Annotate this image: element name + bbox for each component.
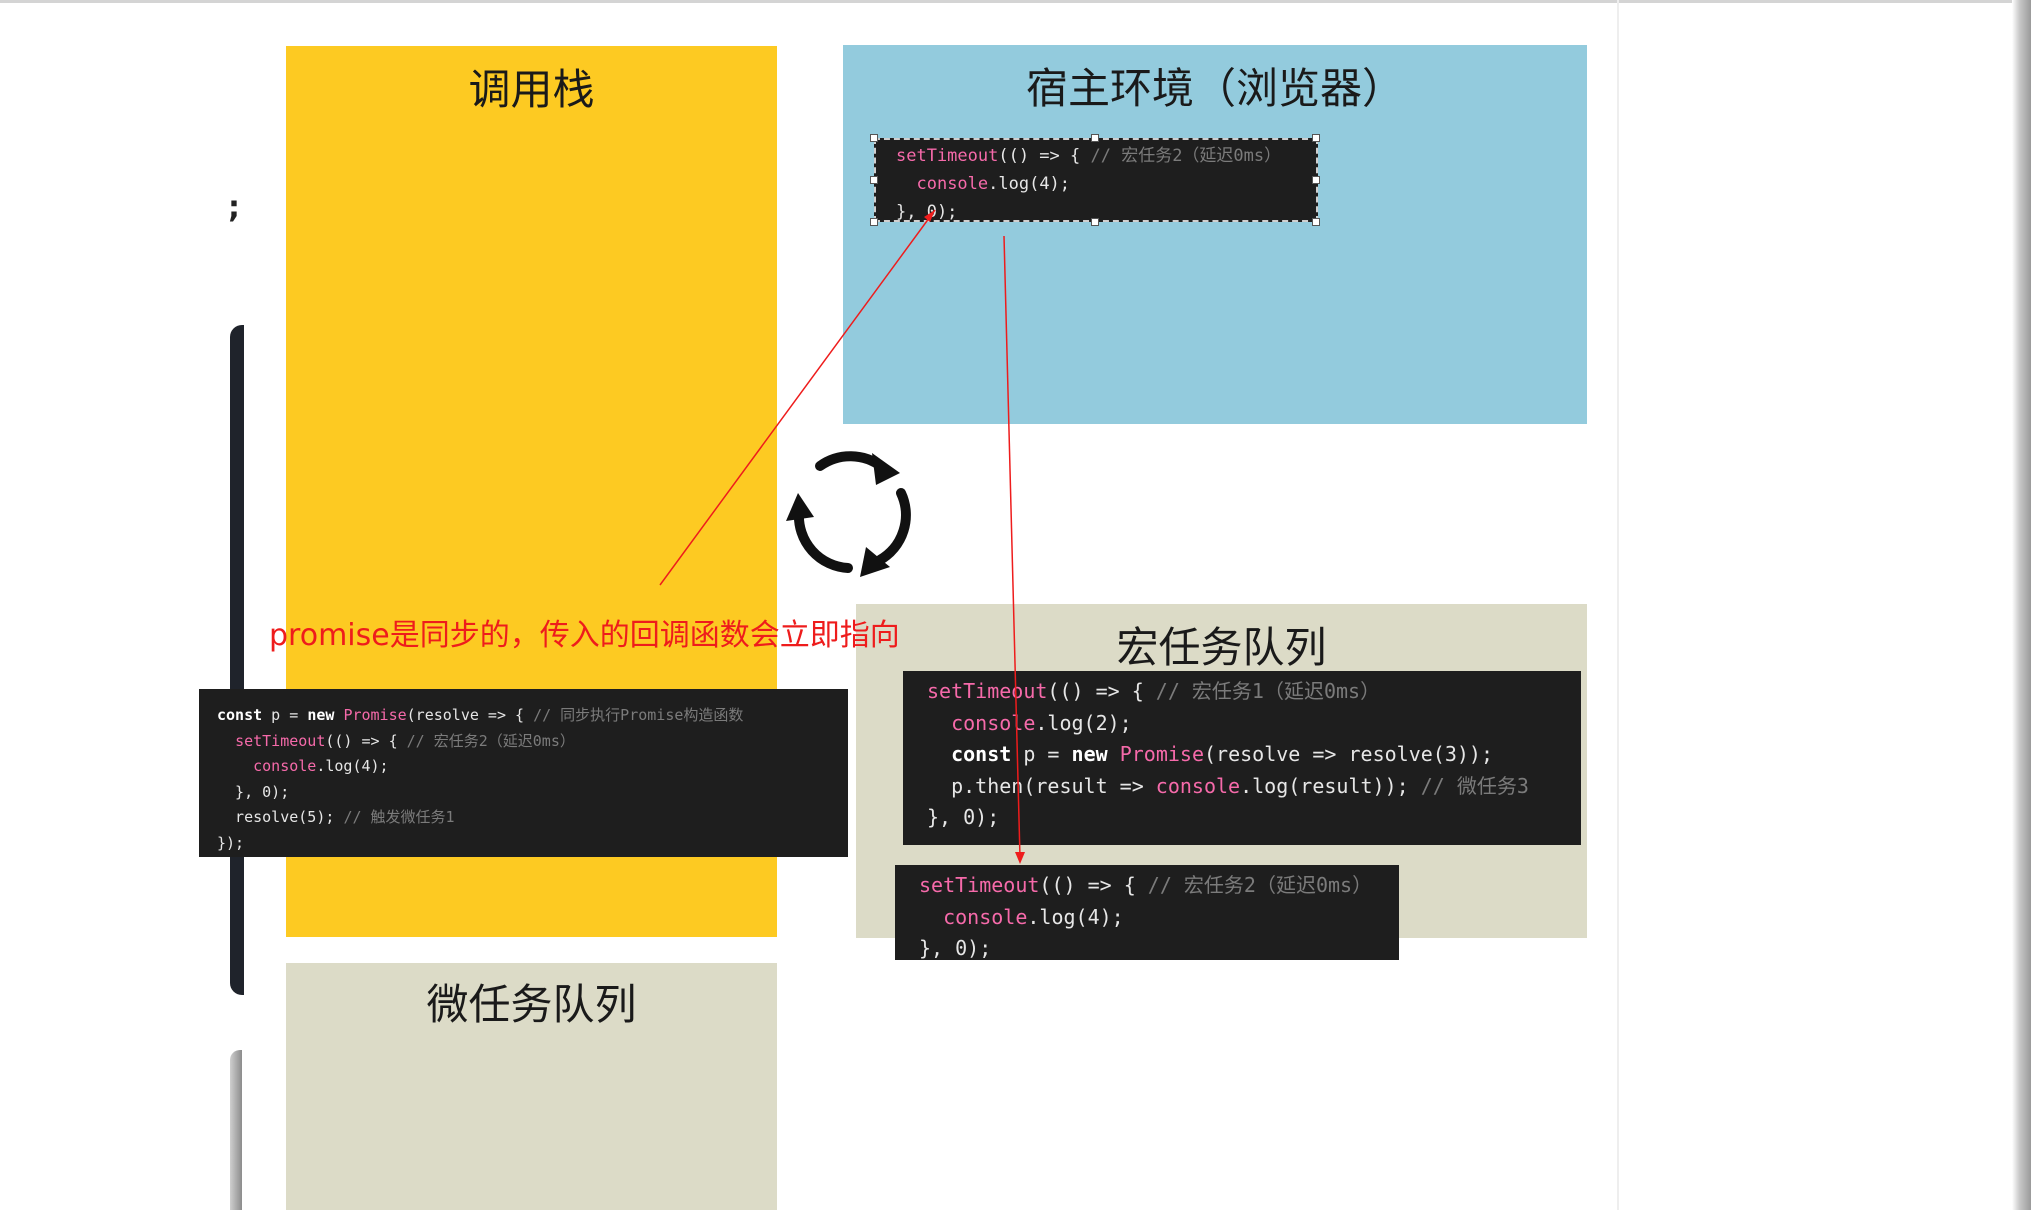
code-line: }); [217,831,848,857]
host-environment-panel: 宿主环境（浏览器） [843,45,1587,424]
scrollbar-track[interactable] [2012,0,2031,1210]
code-token: (() => { [1047,679,1156,703]
code-token: // 触发微任务1 [343,808,455,826]
code-token: setTimeout [919,873,1040,897]
selection-handle-bl[interactable] [870,218,878,226]
selection-handle-tl[interactable] [870,134,878,142]
code-token: }, 0); [919,936,992,960]
code-token: new [1071,742,1108,766]
code-token: p = [1011,742,1072,766]
code-token: console [943,904,1028,929]
code-token: // 宏任务2（延迟0ms） [406,731,575,750]
code-token: console [253,757,317,775]
code-token: setTimeout [927,679,1048,703]
code-token: .log(4); [988,174,1071,194]
code-line: console.log(4); [217,754,848,780]
macrotask-2-code[interactable]: setTimeout(() => { // 宏任务2（延迟0ms） consol… [895,865,1399,960]
code-token: Promise [1119,742,1204,766]
code-token: console [1155,773,1241,798]
code-line: console.log(2); [927,708,1581,740]
microtask-queue-panel: 微任务队列 [286,963,777,1210]
selection-handle-tr[interactable] [1312,134,1320,142]
code-token: }); [217,833,245,852]
code-token: // 宏任务1（延迟0ms） [1155,679,1381,703]
selection-handle-br[interactable] [1312,218,1320,226]
selection-handle-ml[interactable] [870,176,878,184]
left-dark-bar [230,325,244,995]
code-line: }, 0); [217,780,848,806]
macrotask-1-code[interactable]: setTimeout(() => { // 宏任务1（延迟0ms） consol… [903,671,1581,845]
code-token: }, 0); [896,202,958,222]
code-line: console.log(4); [896,170,1316,198]
code-line: }, 0); [927,802,1581,834]
code-token: (() => { [1039,873,1148,897]
code-token: .log(4); [316,757,389,775]
code-line: setTimeout(() => { // 宏任务1（延迟0ms） [927,676,1581,708]
code-token: .log(4); [1027,904,1124,929]
code-line: setTimeout(() => { // 宏任务2（延迟0ms） [217,729,848,755]
code-token: new [307,706,335,724]
top-border [0,0,2031,3]
left-gray-bar [230,1050,242,1210]
cycle-arrows-icon [786,451,911,577]
code-token: // 同步执行Promise构造函数 [533,706,744,724]
macrotask-queue-title: 宏任务队列 [1116,623,1327,672]
promise-annotation: promise是同步的，传入的回调函数会立即指向 [269,618,900,653]
code-token: (() => { [998,146,1091,166]
code-token: }, 0); [217,782,290,801]
selection-handle-mr[interactable] [1312,176,1320,184]
code-token: .log(result)); [1240,773,1421,798]
microtask-queue-title: 微任务队列 [426,980,637,1029]
code-token: (() => { [325,731,407,750]
selection-handle-bm[interactable] [1091,218,1099,226]
code-token: resolve(5); [217,808,344,826]
code-token: // 微任务3 [1420,773,1529,798]
selection-handle-tm[interactable] [1091,134,1099,142]
code-line: setTimeout(() => { // 宏任务2（延迟0ms） [919,870,1399,902]
code-token: Promise [343,706,407,724]
code-token: p = [262,706,308,724]
code-token: setTimeout [235,731,326,750]
code-line: const p = new Promise(resolve => resolve… [927,739,1581,771]
code-token: // 宏任务2（延迟0ms） [1147,873,1373,897]
code-line: p.then(result => console.log(result)); /… [927,771,1581,803]
code-line: resolve(5); // 触发微任务1 [217,805,848,831]
left-edge-glyph: ; [228,190,240,225]
host-settimeout-code[interactable]: setTimeout(() => { // 宏任务2（延迟0ms） consol… [874,138,1318,222]
code-token: console [951,710,1036,735]
code-line: }, 0); [896,198,1316,222]
code-token: const [217,706,263,724]
code-token: // 宏任务2（延迟0ms） [1090,146,1282,166]
host-environment-title: 宿主环境（浏览器） [1025,64,1404,113]
code-token: .log(2); [1035,710,1132,735]
code-token: const [951,742,1012,766]
code-line: const p = new Promise(resolve => { // 同步… [217,703,848,729]
call-stack-promise-code[interactable]: const p = new Promise(resolve => { // 同步… [199,689,848,857]
code-token: (resolve => resolve(3)); [1204,742,1493,766]
code-line: console.log(4); [919,902,1399,934]
code-line: setTimeout(() => { // 宏任务2（延迟0ms） [896,142,1316,170]
page-edge-divider [1617,0,1619,1210]
code-token: setTimeout [896,146,999,166]
code-token: }, 0); [927,805,1000,829]
call-stack-title: 调用栈 [468,65,595,114]
code-token: (resolve => { [406,706,534,724]
code-token: console [916,174,989,194]
code-line: }, 0); [919,933,1399,960]
code-token: p.then(result => [927,773,1156,798]
